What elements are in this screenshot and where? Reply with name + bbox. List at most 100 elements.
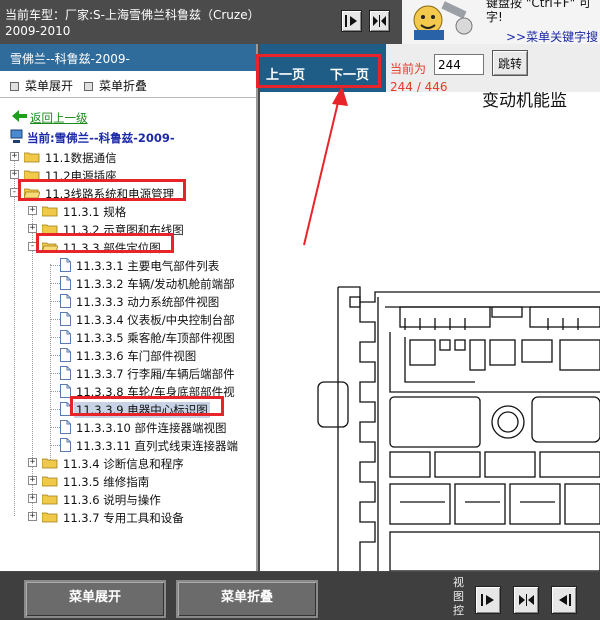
vehicle-year: 2009-2010 [5, 24, 71, 38]
tree-leaf-item[interactable]: 11.3.3.9 电器中心标识图 [0, 400, 256, 418]
folder-icon [23, 169, 40, 181]
expand-toggle-icon[interactable]: + [10, 170, 19, 179]
expand-toggle-icon[interactable]: + [10, 152, 19, 161]
menu-expand-link[interactable]: 菜单展开 [10, 77, 73, 94]
tree-item-label: 11.3.3.1 主要电气部件列表 [76, 259, 220, 273]
search-hint-text: 键盘按 "Ctrl+F" 可 字! [486, 0, 591, 24]
tree-folder-item[interactable]: +11.2电源插座 [0, 166, 256, 184]
tree-folder-item[interactable]: +11.3.1 规格 [0, 202, 256, 220]
tree-folder-item[interactable]: +11.3.6 说明与操作 [0, 490, 256, 508]
tree-folder-item[interactable]: - 11.3.3 部件定位图 [0, 238, 256, 256]
collapse-icon [84, 82, 93, 91]
folder-open-icon [23, 187, 41, 199]
tree-item-label: 11.3.3.11 直列式线束连接器端 [76, 439, 239, 453]
tree-folder-item[interactable]: +11.1数据通信 [0, 148, 256, 166]
tree-leaf-item[interactable]: 11.3.3.1 主要电气部件列表 [0, 256, 256, 274]
left-panel-title: 雪佛兰--科鲁兹-2009- [0, 44, 256, 71]
tree-leaf-item[interactable]: 11.3.3.8 车轮/车身底部部件视 [0, 382, 256, 400]
bottom-collapse-button[interactable]: 菜单折叠 [176, 580, 318, 618]
menu-collapse-link[interactable]: 菜单折叠 [84, 77, 147, 94]
document-icon [60, 258, 71, 272]
folder-open-icon [41, 241, 59, 253]
tree-leaf-item[interactable]: 11.3.3.6 车门部件视图 [0, 346, 256, 364]
expand-toggle-icon[interactable]: + [28, 512, 37, 521]
tree-leaf-item[interactable]: 11.3.3.4 仪表板/中央控制台部 [0, 310, 256, 328]
current-label: 当前:雪佛兰--科鲁兹-2009- [27, 131, 175, 145]
document-icon [60, 312, 71, 326]
tree-connector [50, 445, 60, 446]
tree-folder-item[interactable]: +11.3.7 专用工具和设备 [0, 508, 256, 526]
tree-connector [50, 391, 60, 392]
view-left-panel-button[interactable] [475, 586, 501, 614]
folder-icon [41, 205, 58, 217]
expand-toggle-icon[interactable]: + [28, 476, 37, 485]
view-split-button[interactable] [513, 586, 539, 614]
page-number-input[interactable] [434, 54, 484, 75]
tree-item-label: 11.3.3.9 电器中心标识图 [74, 402, 210, 418]
tree-connector [50, 409, 60, 410]
tree-item-label: 11.3.3.7 行李厢/车辆后端部件 [76, 367, 235, 381]
split-arrows-icon [373, 15, 386, 27]
tree-item-label: 11.3.2 示意图和布线图 [63, 223, 184, 237]
folder-icon [41, 511, 58, 523]
expand-toggle-icon[interactable]: + [28, 224, 37, 233]
tree-item-label: 11.3.4 诊断信息和程序 [63, 457, 184, 471]
tree-leaf-item[interactable]: 11.3.3.10 部件连接器端视图 [0, 418, 256, 436]
document-icon [60, 420, 71, 434]
document-icon [60, 276, 71, 290]
tree-connector [50, 355, 60, 356]
tree-leaf-item[interactable]: 11.3.3.11 直列式线束连接器端 [0, 436, 256, 454]
collapse-toggle-icon[interactable]: - [10, 188, 19, 197]
tree-connector [50, 373, 60, 374]
menu-expand-label: 菜单展开 [25, 79, 74, 93]
tree-leaf-item[interactable]: 11.3.3.2 车辆/发动机舱前端部 [0, 274, 256, 292]
collapse-toggle-icon[interactable]: - [28, 242, 37, 251]
annotation-arrow-icon [303, 86, 348, 246]
tree-item-label: 11.3线路系统和电源管理 [45, 187, 175, 201]
left-menu-panel: 雪佛兰--科鲁兹-2009- 菜单展开 菜单折叠 返回上一级 当前:雪佛兰--科… [0, 44, 258, 571]
split-arrows-icon [519, 594, 534, 606]
vehicle-title: 当前车型：厂家:S-上海雪佛兰科鲁兹（Cruze） [5, 8, 260, 22]
tree-connector [50, 427, 60, 428]
tree-item-label: 11.2电源插座 [45, 169, 117, 183]
back-arrow-icon [12, 110, 27, 122]
expand-toggle-icon[interactable]: + [28, 458, 37, 467]
tree-connector [50, 301, 60, 302]
tree-item-label: 11.3.3.2 车辆/发动机舱前端部 [76, 277, 235, 291]
tree-item-label: 11.3.3 部件定位图 [63, 241, 161, 255]
view-right-panel-button[interactable] [551, 586, 577, 614]
computer-icon [10, 129, 23, 143]
tree-folder-item[interactable]: - 11.3线路系统和电源管理 [0, 184, 256, 202]
tree-leaf-item[interactable]: 11.3.3.7 行李厢/车辆后端部件 [0, 364, 256, 382]
tree-item-label: 11.3.5 维修指南 [63, 475, 150, 489]
folder-icon [41, 493, 58, 505]
bottom-expand-button[interactable]: 菜单展开 [24, 580, 166, 618]
expand-toggle-icon[interactable]: + [28, 494, 37, 503]
tree-leaf-item[interactable]: 11.3.3.3 动力系统部件视图 [0, 292, 256, 310]
tree-item-label: 11.3.6 说明与操作 [63, 493, 161, 507]
tree-item-label: 11.3.3.10 部件连接器端视图 [76, 421, 227, 435]
menu-collapse-label: 菜单折叠 [99, 79, 148, 93]
document-icon [60, 438, 71, 452]
document-icon [60, 402, 71, 416]
tree-item-label: 11.1数据通信 [45, 151, 117, 165]
tree-folder-item[interactable]: +11.3.5 维修指南 [0, 472, 256, 490]
split-view-button[interactable] [369, 10, 390, 32]
expand-toggle-icon[interactable]: + [28, 206, 37, 215]
tree-folder-item[interactable]: +11.3.2 示意图和布线图 [0, 220, 256, 238]
tree-item-label: 11.3.7 专用工具和设备 [63, 511, 184, 525]
keyword-search-link[interactable]: >>菜单关键字搜 [506, 28, 598, 45]
tree-item-label: 11.3.3.5 乘客舱/车顶部件视图 [76, 331, 235, 345]
tree-item-label: 11.3.3.4 仪表板/中央控制台部 [76, 313, 235, 327]
tree-item-label: 11.3.3.3 动力系统部件视图 [76, 295, 220, 309]
menu-toolbar: 菜单展开 菜单折叠 [0, 71, 256, 97]
show-left-panel-button[interactable] [341, 10, 362, 32]
expand-icon [10, 82, 19, 91]
tree-connector [50, 319, 60, 320]
jump-button[interactable]: 跳转 [492, 50, 528, 76]
current-page-label: 当前为 [390, 62, 427, 76]
folder-icon [41, 475, 58, 487]
tree-folder-item[interactable]: +11.3.4 诊断信息和程序 [0, 454, 256, 472]
document-icon [60, 294, 71, 308]
tree-leaf-item[interactable]: 11.3.3.5 乘客舱/车顶部件视图 [0, 328, 256, 346]
